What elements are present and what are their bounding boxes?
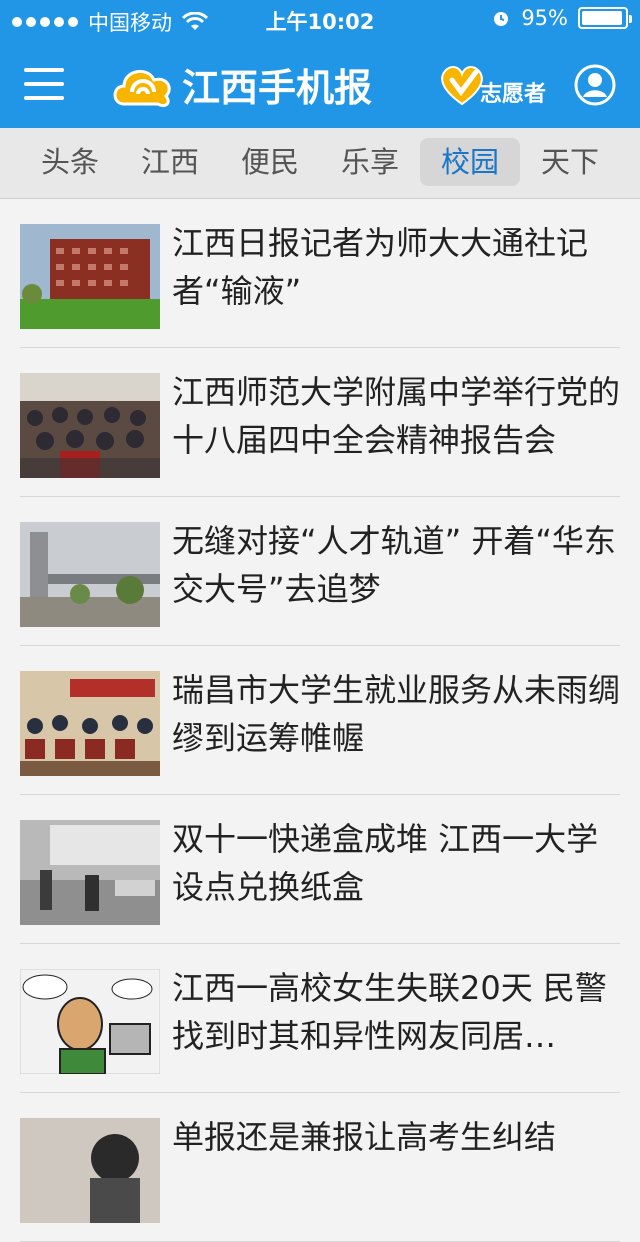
- news-title: 无缝对接“人才轨道” 开着“华东交大号”去追梦: [172, 522, 616, 608]
- battery-percent: 95%: [521, 6, 568, 30]
- tab-jiangxi[interactable]: 江西: [120, 138, 220, 186]
- volunteer-label: 志愿者: [480, 82, 547, 107]
- news-title: 瑞昌市大学生就业服务从未雨绸缪到运筹帷幄: [172, 671, 621, 757]
- hamburger-icon: [24, 68, 64, 72]
- news-thumbnail: [20, 969, 160, 1074]
- user-icon: [574, 64, 616, 106]
- news-item[interactable]: 瑞昌市大学生就业服务从未雨绸缪到运筹帷幄: [20, 646, 620, 795]
- news-title: 江西师范大学附属中学举行党的十八届四中全会精神报告会: [172, 373, 621, 459]
- app-title: 江西手机报: [182, 65, 373, 110]
- menu-button[interactable]: [24, 68, 64, 100]
- news-item[interactable]: 双十一快递盒成堆 江西一大学设点兑换纸盒: [20, 795, 620, 944]
- news-thumbnail: [20, 820, 160, 925]
- app-logo: 江西手机报: [110, 56, 372, 112]
- news-item[interactable]: 单报还是兼报让高考生纠结: [20, 1093, 620, 1242]
- cloud-logo-icon: [113, 70, 171, 108]
- news-item[interactable]: 无缝对接“人才轨道” 开着“华东交大号”去追梦: [20, 497, 620, 646]
- tab-xiaoyuan[interactable]: 校园: [420, 138, 520, 186]
- tab-bianmin[interactable]: 便民: [220, 138, 320, 186]
- user-button[interactable]: [574, 64, 616, 106]
- news-thumbnail: [20, 522, 160, 627]
- news-title: 江西日报记者为师大大通社记者“输液”: [172, 224, 589, 310]
- tab-lexiang[interactable]: 乐享: [320, 138, 420, 186]
- tab-tianxia[interactable]: 天下: [520, 138, 620, 186]
- status-bar: 中国移动 上午10:02 95%: [0, 0, 640, 40]
- news-thumbnail: [20, 373, 160, 478]
- channel-tabs: 头条 江西 便民 乐享 校园 天下: [0, 128, 640, 199]
- volunteer-button[interactable]: 志愿者: [436, 58, 546, 110]
- news-thumbnail: [20, 1118, 160, 1223]
- tab-toutiao[interactable]: 头条: [20, 138, 120, 186]
- news-title: 单报还是兼报让高考生纠结: [172, 1118, 557, 1156]
- news-item[interactable]: 江西师范大学附属中学举行党的十八届四中全会精神报告会: [20, 348, 620, 497]
- battery-icon: [578, 7, 632, 29]
- news-item[interactable]: 江西日报记者为师大大通社记者“输液”: [20, 199, 620, 348]
- news-list: 江西日报记者为师大大通社记者“输液” 江西师范大学附属中学举行党的十八届四中全会…: [0, 199, 640, 1242]
- app-header: 中国移动 上午10:02 95% 江西手机报 志愿者: [0, 0, 640, 128]
- news-title: 江西一高校女生失联20天 民警找到时其和异性网友同居…: [172, 969, 607, 1055]
- alarm-icon: [494, 12, 509, 26]
- news-thumbnail: [20, 671, 160, 776]
- news-thumbnail: [20, 224, 160, 329]
- news-title: 双十一快递盒成堆 江西一大学设点兑换纸盒: [172, 820, 599, 906]
- news-item[interactable]: 江西一高校女生失联20天 民警找到时其和异性网友同居…: [20, 944, 620, 1093]
